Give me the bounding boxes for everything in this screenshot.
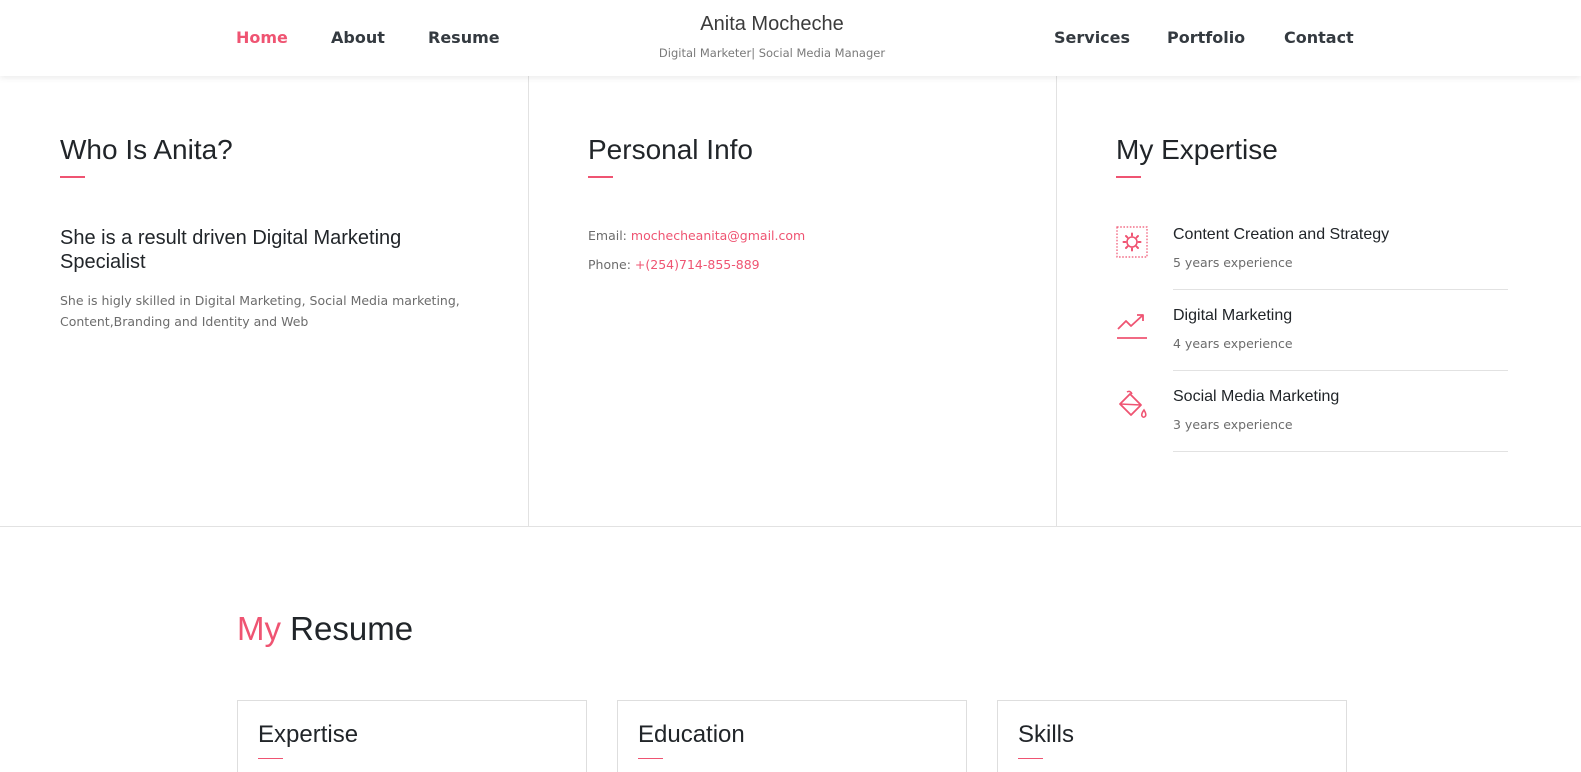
column-divider [528,76,529,526]
title-underline [1116,176,1141,178]
resume-title: My Resume [237,610,413,648]
title-underline [60,176,85,178]
expertise-item-years: 5 years experience [1173,255,1293,270]
email-line: Email: mochecheanita@gmail.com [588,228,805,243]
nav-resume[interactable]: Resume [428,28,500,47]
info-section: Who Is Anita? She is a result driven Dig… [0,76,1581,527]
nav-about[interactable]: About [331,28,385,47]
expertise-item-name: Digital Marketing [1173,307,1293,324]
gear-icon [1116,226,1148,258]
nav-home[interactable]: Home [236,28,288,47]
expertise-title: My Expertise [1116,134,1278,165]
column-divider [1056,76,1057,526]
divider [1173,289,1508,290]
trend-chart-icon [1116,309,1148,341]
personal-info-title: Personal Info [588,134,753,165]
title-underline [588,176,613,178]
expertise-item-name: Social Media Marketing [1173,388,1340,405]
expertise-item-name: Content Creation and Strategy [1173,226,1390,243]
divider [1173,370,1508,371]
nav-portfolio[interactable]: Portfolio [1167,28,1245,47]
phone-label: Phone: [588,257,631,272]
title-underline [1018,758,1043,759]
resume-title-rest: Resume [290,610,414,647]
title-underline [258,758,283,759]
resume-card-education: Education [617,700,967,772]
paint-bucket-icon [1116,389,1148,421]
brand-name[interactable]: Anita Mocheche [560,13,984,36]
about-title: Who Is Anita? [60,134,233,165]
email-label: Email: [588,228,627,243]
nav-services[interactable]: Services [1054,28,1130,47]
resume-card-skills: Skills [997,700,1347,772]
expertise-item-years: 4 years experience [1173,336,1293,351]
expertise-item-years: 3 years experience [1173,417,1293,432]
card-title: Education [638,721,745,748]
title-underline [638,758,663,759]
card-title: Skills [1018,721,1075,748]
nav-contact[interactable]: Contact [1284,28,1354,47]
divider [1173,451,1508,452]
phone-line: Phone: +(254)714-855-889 [588,257,760,272]
resume-title-accent: My [237,610,281,647]
site-header: Home About Resume Anita Mocheche Digital… [0,0,1581,76]
about-body: She is higly skilled in Digital Marketin… [60,293,460,329]
resume-card-expertise: Expertise [237,700,587,772]
about-lead: She is a result driven Digital Marketing… [60,227,402,273]
card-title: Expertise [258,721,359,748]
email-link[interactable]: mochecheanita@gmail.com [631,228,805,243]
brand-tagline: Digital Marketer| Social Media Manager [658,46,886,60]
phone-link[interactable]: +(254)714-855-889 [635,257,760,272]
